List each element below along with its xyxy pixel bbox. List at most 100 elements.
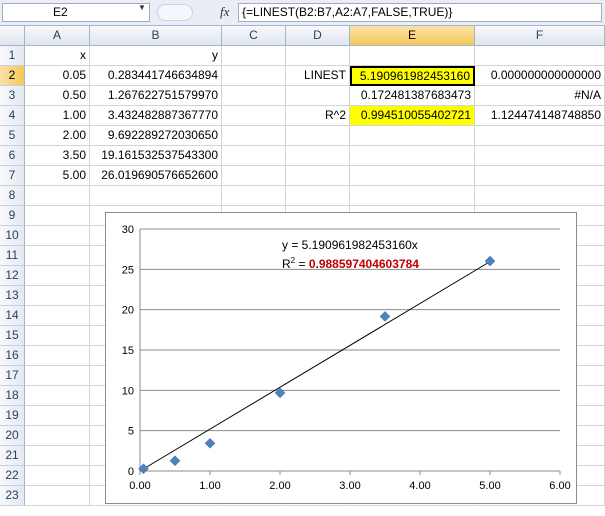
cell-b2[interactable]: 0.283441746634894 (90, 66, 222, 86)
cell-a16[interactable] (25, 346, 90, 366)
scatter-chart[interactable]: 0 5 10 15 20 25 30 0.00 1.00 2.00 3.00 4.00 5.00 6.00… (105, 212, 577, 504)
cell-a23[interactable] (25, 486, 90, 506)
row-header-20[interactable]: 20 (0, 426, 25, 446)
cell-d6[interactable] (286, 146, 350, 166)
cell-a11[interactable] (25, 246, 90, 266)
cell-a14[interactable] (25, 306, 90, 326)
column-header-a[interactable]: A (25, 26, 90, 46)
cell-b3[interactable]: 1.267622751579970 (90, 86, 222, 106)
cell-a15[interactable] (25, 326, 90, 346)
cell-f2[interactable]: 0.000000000000000 (475, 66, 605, 86)
cell-d7[interactable] (286, 166, 350, 186)
cell-f7[interactable] (475, 166, 605, 186)
name-box[interactable]: E2 (2, 3, 150, 22)
row-header-16[interactable]: 16 (0, 346, 25, 366)
row-header-23[interactable]: 23 (0, 486, 25, 506)
formula-input[interactable]: {=LINEST(B2:B7,A2:A7,FALSE,TRUE)} (238, 3, 602, 22)
cell-e3[interactable]: 0.172481387683473 (350, 86, 475, 106)
cell-a22[interactable] (25, 466, 90, 486)
cell-d2[interactable]: LINEST (286, 66, 350, 86)
cell-e1[interactable] (350, 46, 475, 66)
cell-a3[interactable]: 0.50 (25, 86, 90, 106)
row-header-6[interactable]: 6 (0, 146, 25, 166)
cell-a6[interactable]: 3.50 (25, 146, 90, 166)
cell-c8[interactable] (222, 186, 286, 206)
cell-e7[interactable] (350, 166, 475, 186)
cell-c5[interactable] (222, 126, 286, 146)
row-header-7[interactable]: 7 (0, 166, 25, 186)
cell-a13[interactable] (25, 286, 90, 306)
cell-c1[interactable] (222, 46, 286, 66)
column-header-c[interactable]: C (222, 26, 286, 46)
row-header-18[interactable]: 18 (0, 386, 25, 406)
cell-f4[interactable]: 1.124474148748850 (475, 106, 605, 126)
cell-a5[interactable]: 2.00 (25, 126, 90, 146)
row-header-21[interactable]: 21 (0, 446, 25, 466)
cell-a17[interactable] (25, 366, 90, 386)
cell-f3[interactable]: #N/A (475, 86, 605, 106)
row-header-11[interactable]: 11 (0, 246, 25, 266)
row-header-9[interactable]: 9 (0, 206, 25, 226)
cell-a10[interactable] (25, 226, 90, 246)
cell-d5[interactable] (286, 126, 350, 146)
cell-b7[interactable]: 26.019690576652600 (90, 166, 222, 186)
cell-a19[interactable] (25, 406, 90, 426)
cell-d1[interactable] (286, 46, 350, 66)
cell-f8[interactable] (475, 186, 605, 206)
row-header-19[interactable]: 19 (0, 406, 25, 426)
cell-e8[interactable] (350, 186, 475, 206)
cell-a4[interactable]: 1.00 (25, 106, 90, 126)
select-all-corner[interactable] (0, 26, 25, 46)
cell-a1[interactable]: x (25, 46, 90, 66)
column-header-f[interactable]: F (475, 26, 605, 46)
row-header-2[interactable]: 2 (0, 66, 25, 86)
cell-c2[interactable] (222, 66, 286, 86)
fx-icon[interactable]: fx (220, 4, 229, 20)
column-header-b[interactable]: B (90, 26, 222, 46)
row-header-3[interactable]: 3 (0, 86, 25, 106)
cell-b5[interactable]: 9.692289272030650 (90, 126, 222, 146)
cell-b6[interactable]: 19.161532537543300 (90, 146, 222, 166)
cell-a2[interactable]: 0.05 (25, 66, 90, 86)
column-header-d[interactable]: D (286, 26, 350, 46)
cell-e4[interactable]: 0.994510055402721 (350, 106, 475, 126)
cell-a8[interactable] (25, 186, 90, 206)
cell-f1[interactable] (475, 46, 605, 66)
cell-b4[interactable]: 3.432482887367770 (90, 106, 222, 126)
formula-bar-grip[interactable] (157, 4, 193, 21)
cell-c6[interactable] (222, 146, 286, 166)
row-header-17[interactable]: 17 (0, 366, 25, 386)
cell-a21[interactable] (25, 446, 90, 466)
row-header-8[interactable]: 8 (0, 186, 25, 206)
row-header-14[interactable]: 14 (0, 306, 25, 326)
cell-a18[interactable] (25, 386, 90, 406)
row-header-1[interactable]: 1 (0, 46, 25, 66)
column-header-e[interactable]: E (350, 26, 475, 46)
cell-a9[interactable] (25, 206, 90, 226)
cell-c7[interactable] (222, 166, 286, 186)
cell-e2[interactable]: 5.190961982453160 (350, 66, 475, 86)
cell-c3[interactable] (222, 86, 286, 106)
row-header-5[interactable]: 5 (0, 126, 25, 146)
cell-e5[interactable] (350, 126, 475, 146)
row-header-10[interactable]: 10 (0, 226, 25, 246)
cell-c4[interactable] (222, 106, 286, 126)
cell-f5[interactable] (475, 126, 605, 146)
cell-d8[interactable] (286, 186, 350, 206)
cell-d4[interactable]: R^2 (286, 106, 350, 126)
cell-b8[interactable] (90, 186, 222, 206)
cell-d3[interactable] (286, 86, 350, 106)
chevron-down-icon[interactable]: ▼ (138, 3, 146, 12)
row-header-12[interactable]: 12 (0, 266, 25, 286)
cell-a20[interactable] (25, 426, 90, 446)
row-header-15[interactable]: 15 (0, 326, 25, 346)
cell-f6[interactable] (475, 146, 605, 166)
cell-e6[interactable] (350, 146, 475, 166)
row-header-4[interactable]: 4 (0, 106, 25, 126)
r-squared-label: R2 = 0.988597404603784 (282, 256, 419, 271)
cell-a7[interactable]: 5.00 (25, 166, 90, 186)
cell-b1[interactable]: y (90, 46, 222, 66)
cell-a12[interactable] (25, 266, 90, 286)
row-header-13[interactable]: 13 (0, 286, 25, 306)
row-header-22[interactable]: 22 (0, 466, 25, 486)
